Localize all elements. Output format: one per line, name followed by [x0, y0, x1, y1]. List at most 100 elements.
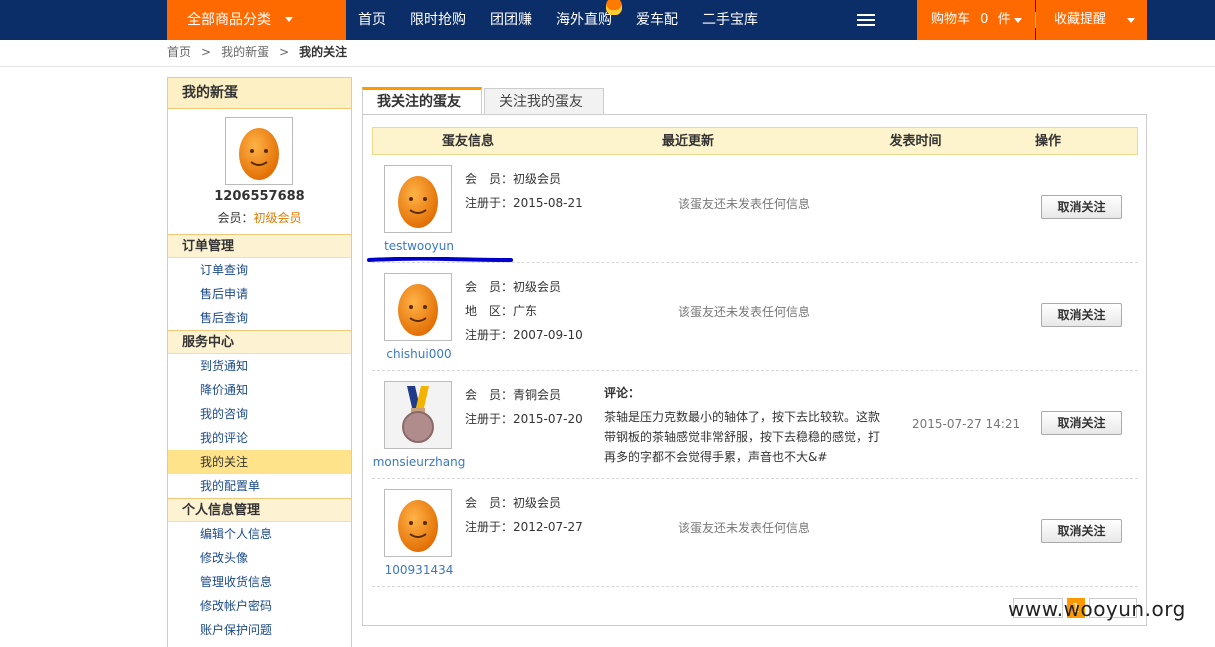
- sidebar-item[interactable]: 我的关注: [168, 450, 351, 474]
- nav-link-secondhand[interactable]: 二手宝库: [702, 0, 758, 40]
- breadcrumb-parent[interactable]: 我的新蛋: [221, 45, 269, 59]
- latest-comment: 评论： 茶轴是压力克数最小的轴体了，按下去比较软。这款带钢板的茶轴感觉非常舒服，按…: [604, 383, 889, 467]
- user-info: 会 员：初级会员地 区：广东 注册于：2007-09-10: [465, 275, 583, 347]
- annotation-underline: [367, 257, 513, 262]
- user-info-line: 注册于：2015-08-21: [465, 196, 583, 210]
- egg-avatar-icon: [239, 128, 279, 180]
- main-nav: 首页 限时抢购 团团赚 海外直购 爱车配 二手宝库: [346, 0, 770, 40]
- divider: [0, 66, 1215, 67]
- latest-update: 该蛋友还未发表任何信息: [678, 521, 811, 535]
- table-row: chishui000 会 员：初级会员地 区：广东 注册于：2007-09-10 该蛋…: [372, 263, 1138, 371]
- egg-avatar-icon: [398, 176, 438, 228]
- cart-count: 0: [980, 12, 989, 27]
- nav-link-group-buy[interactable]: 团团赚: [490, 0, 532, 40]
- sidebar-item[interactable]: 订单查询: [168, 258, 351, 282]
- menu-icon[interactable]: [857, 14, 875, 26]
- avatar[interactable]: [225, 117, 293, 185]
- user-info-line: 注册于：2012-07-27: [465, 520, 583, 534]
- breadcrumb-current: 我的关注: [299, 45, 348, 59]
- user-avatar[interactable]: [384, 381, 452, 449]
- user-info-line: 会 员：初级会员: [465, 280, 562, 294]
- top-nav-bar: 全部商品分类 首页 限时抢购 团团赚 海外直购 爱车配 二手宝库 购物车 0 件…: [0, 0, 1215, 40]
- favorites-reminder-button[interactable]: 收藏提醒: [1036, 0, 1147, 40]
- sidebar-item[interactable]: 我的评论: [168, 426, 351, 450]
- username-link[interactable]: 100931434: [372, 563, 466, 577]
- egg-avatar-icon: [398, 284, 438, 336]
- nav-link-home[interactable]: 首页: [358, 0, 386, 40]
- sidebar-item[interactable]: 售后申请: [168, 282, 351, 306]
- member-level-label: 会员：: [217, 211, 254, 225]
- user-info-line: 注册于：2007-09-10: [465, 328, 583, 342]
- username-link[interactable]: chishui000: [372, 347, 466, 361]
- username-link[interactable]: testwooyun: [372, 239, 466, 253]
- sidebar-item[interactable]: 修改帐户密码: [168, 594, 351, 618]
- unfollow-button[interactable]: 取消关注: [1041, 195, 1122, 219]
- nav-link-overseas[interactable]: 海外直购: [556, 0, 622, 40]
- user-profile: 1206557688 会员：初级会员: [168, 109, 351, 234]
- sidebar-item[interactable]: 我的咨询: [168, 402, 351, 426]
- sidebar: 我的新蛋 1206557688 会员：初级会员 订单管理 订单查询 售后申请 售后查询…: [167, 77, 352, 647]
- tab-followers[interactable]: 关注我的蛋友: [484, 88, 604, 115]
- user-id: 1206557688: [214, 189, 305, 204]
- user-avatar[interactable]: [384, 489, 452, 557]
- category-menu-button[interactable]: 全部商品分类: [167, 0, 346, 40]
- user-info: 会 员：初级会员注册于：2012-07-27: [465, 491, 583, 539]
- comment-title: 评论：: [604, 386, 641, 400]
- cart-unit: 件: [997, 12, 1011, 27]
- nav-link-car[interactable]: 爱车配: [636, 0, 678, 40]
- column-header-latest: 最近更新: [661, 134, 714, 149]
- cart-label: 购物车: [931, 12, 971, 27]
- member-level-value[interactable]: 初级会员: [254, 211, 302, 225]
- user-info-line: 会 员：初级会员: [465, 172, 562, 186]
- breadcrumb-separator: >: [201, 45, 212, 59]
- post-time: 2015-07-27 14:21: [912, 417, 1021, 431]
- member-level: 会员：初级会员: [168, 209, 351, 226]
- user-avatar[interactable]: [384, 165, 452, 233]
- sidebar-item[interactable]: 降价通知: [168, 378, 351, 402]
- following-panel: 蛋友信息 最近更新 发表时间 操作 testwooyun 会 员：初级会员 注册于：…: [362, 114, 1147, 626]
- cart-button[interactable]: 购物车 0 件: [917, 0, 1035, 40]
- favorites-label: 收藏提醒: [1054, 12, 1107, 27]
- username-link[interactable]: monsieurzhang: [372, 455, 466, 469]
- latest-update: 该蛋友还未发表任何信息: [678, 305, 811, 319]
- user-info-line: 会 员：初级会员: [465, 496, 562, 510]
- sidebar-section-title: 服务中心: [168, 330, 351, 354]
- nav-link-flash-sale[interactable]: 限时抢购: [410, 0, 466, 40]
- sidebar-title: 我的新蛋: [168, 78, 351, 109]
- sidebar-item[interactable]: 到货通知: [168, 354, 351, 378]
- unfollow-button[interactable]: 取消关注: [1041, 303, 1122, 327]
- latest-update: 该蛋友还未发表任何信息: [678, 197, 811, 211]
- table-row: testwooyun 会 员：初级会员注册于：2015-08-21 该蛋友还未发表任…: [372, 155, 1138, 263]
- watermark: www.wooyun.org: [1008, 597, 1186, 621]
- chevron-down-icon: [285, 17, 293, 22]
- table-row: 100931434 会 员：初级会员注册于：2012-07-27 该蛋友还未发表任何…: [372, 479, 1138, 587]
- sidebar-item[interactable]: 修改头像: [168, 546, 351, 570]
- sidebar-section-title: 订单管理: [168, 234, 351, 258]
- unfollow-button[interactable]: 取消关注: [1041, 411, 1122, 435]
- sidebar-item[interactable]: 我的配置单: [168, 474, 351, 498]
- user-info-line: 注册于：2015-07-20: [465, 412, 583, 426]
- sidebar-item[interactable]: 售后查询: [168, 306, 351, 330]
- breadcrumb: 首页 > 我的新蛋 > 我的关注: [167, 44, 347, 60]
- user-info-line: 会 员：青铜会员: [465, 388, 562, 402]
- table-header: 蛋友信息 最近更新 发表时间 操作: [372, 127, 1138, 155]
- user-info: 会 员：青铜会员注册于：2015-07-20: [465, 383, 583, 431]
- sidebar-section-title: 个人信息管理: [168, 498, 351, 522]
- tab-following[interactable]: 我关注的蛋友: [362, 87, 482, 115]
- egg-avatar-icon: [398, 500, 438, 552]
- unfollow-button[interactable]: 取消关注: [1041, 519, 1122, 543]
- sidebar-item[interactable]: 管理收货信息: [168, 570, 351, 594]
- user-avatar[interactable]: [384, 273, 452, 341]
- breadcrumb-home[interactable]: 首页: [167, 45, 191, 59]
- table-row: monsieurzhang 会 员：青铜会员注册于：2015-07-20 评论： 茶轴…: [372, 371, 1138, 479]
- column-header-time: 发表时间: [889, 134, 942, 149]
- sidebar-item[interactable]: 账户保护问题: [168, 618, 351, 642]
- category-menu-label: 全部商品分类: [187, 12, 271, 28]
- sidebar-item[interactable]: 编辑个人信息: [168, 522, 351, 546]
- chevron-down-icon: [1127, 18, 1135, 23]
- user-info: 会 员：初级会员注册于：2015-08-21: [465, 167, 583, 215]
- breadcrumb-separator: >: [279, 45, 290, 59]
- column-header-info: 蛋友信息: [441, 134, 494, 149]
- medal-avatar-icon: [385, 382, 451, 448]
- comment-text: 茶轴是压力克数最小的轴体了，按下去比较软。这款带钢板的茶轴感觉非常舒服，按下去稳…: [604, 410, 881, 464]
